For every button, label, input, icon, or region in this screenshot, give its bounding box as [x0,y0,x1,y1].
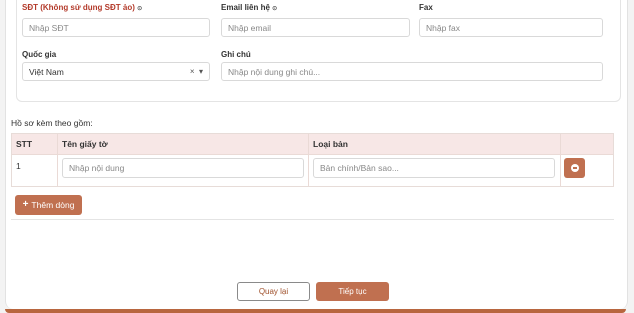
email-input[interactable]: Nhập email [221,18,410,37]
country-value: Việt Nam [29,67,64,77]
phone-label: SĐT (Không sử dụng SĐT ảo) ⊙ [22,3,143,12]
row-stt: 1 [16,161,21,171]
fax-label: Fax [419,3,433,12]
country-select[interactable]: Việt Nam × ▾ [22,62,210,81]
chevron-down-icon[interactable]: ▾ [199,67,203,76]
bottom-accent-bar [5,309,626,313]
doc-name-input[interactable]: Nhập nội dung [62,158,304,178]
form-card: SĐT (Không sử dụng SĐT ảo) ⊙ Email liên … [5,0,628,309]
continue-button[interactable]: Tiếp tục [316,282,389,301]
header-stt: STT [16,139,33,149]
clear-icon[interactable]: × [190,67,195,76]
docs-section-title: Hồ sơ kèm theo gồm: [11,118,93,128]
remove-row-button[interactable] [564,158,585,178]
docs-table-header: STT Tên giấy tờ Loại bản [12,134,613,154]
country-label: Quốc gia [22,50,57,59]
remove-circle-icon [570,164,579,172]
email-label: Email liên hệ ⊙ [221,3,278,12]
back-button[interactable]: Quay lại [237,282,310,301]
divider [11,219,614,220]
phone-input[interactable]: Nhập SĐT [22,18,210,37]
header-doc-type: Loại bản [313,139,348,149]
contact-section [16,0,621,102]
plus-icon: + [22,199,29,210]
note-input[interactable]: Nhập nội dung ghi chú... [221,62,603,81]
header-doc-name: Tên giấy tờ [62,139,108,149]
add-row-label: Thêm dòng [31,200,75,210]
doc-type-input[interactable]: Bản chính/Bản sao... [313,158,555,178]
fax-input[interactable]: Nhập fax [419,18,603,37]
note-label: Ghi chú [221,50,251,59]
add-row-button[interactable]: + Thêm dòng [15,195,82,215]
